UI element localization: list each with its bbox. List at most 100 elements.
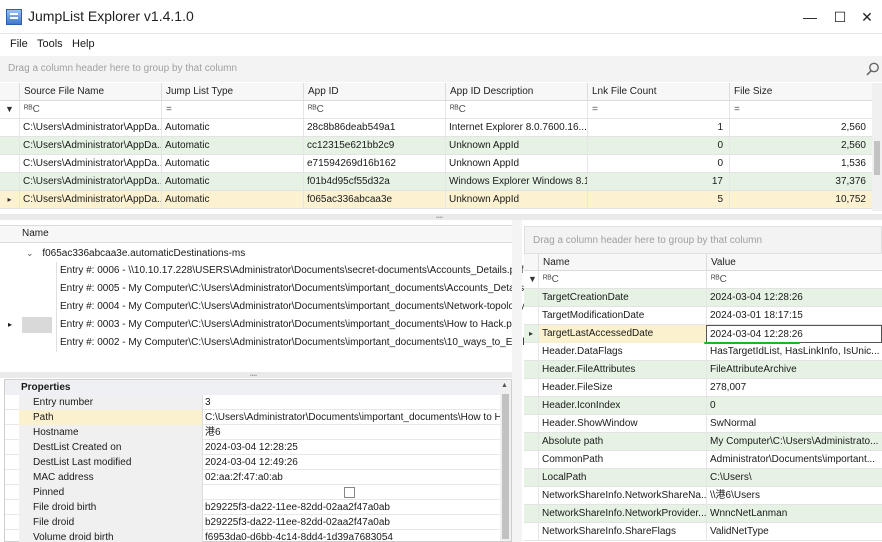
filter-lnk-file-count[interactable]: =: [587, 101, 729, 118]
tree-root-node[interactable]: ⌄ f065ac336abcaa3e.automaticDestinations…: [26, 244, 245, 262]
properties-scrollbar[interactable]: ▲: [500, 380, 511, 541]
detail-row[interactable]: TargetCreationDate 2024-03-04 12:28:26: [524, 289, 882, 307]
maximize-button[interactable]: ☐: [825, 6, 855, 28]
app-id-cell[interactable]: 28c8b86deab549a1: [303, 119, 445, 137]
row-indicator[interactable]: [0, 137, 19, 155]
file-size-cell[interactable]: 37,376: [729, 173, 872, 191]
column-header-file-size[interactable]: File Size: [729, 83, 872, 100]
app-id-cell[interactable]: e71594269d16b162: [303, 155, 445, 173]
detail-row[interactable]: ▸ TargetLastAccessedDate 2024-03-04 12:28:…: [524, 325, 882, 343]
detail-name-cell[interactable]: Header.DataFlags: [538, 343, 706, 361]
row-indicator[interactable]: [524, 397, 538, 415]
property-row[interactable]: File droid birth b29225f3-da22-11ee-82dd-…: [5, 500, 500, 515]
jump-list-type-cell[interactable]: Automatic: [161, 119, 303, 137]
detail-value-cell[interactable]: 0: [706, 397, 882, 415]
horizontal-splitter[interactable]: ••••: [0, 214, 882, 221]
filter-source-file[interactable]: ᴿᴮC: [19, 101, 161, 118]
detail-name-cell[interactable]: TargetModificationDate: [538, 307, 706, 325]
detail-value-cell[interactable]: C:\Users\: [706, 469, 882, 487]
column-header-source-file[interactable]: Source File Name: [19, 83, 161, 100]
app-id-description-cell[interactable]: Windows Explorer Windows 8.1: [445, 173, 587, 191]
scrollbar-thumb[interactable]: [874, 141, 880, 175]
property-row[interactable]: Volume droid birth f6953da0-d6bb-4c14-8dd…: [5, 530, 500, 542]
property-value[interactable]: 港6: [203, 425, 500, 440]
detail-row[interactable]: TargetModificationDate 2024-03-01 18:17:1…: [524, 307, 882, 325]
jump-list-type-cell[interactable]: Automatic: [161, 155, 303, 173]
detail-name-cell[interactable]: CommonPath: [538, 451, 706, 469]
table-row[interactable]: C:\Users\Administrator\AppDa... Automatic…: [0, 137, 872, 155]
detail-name-cell[interactable]: NetworkShareInfo.NetworkShareNa...: [538, 487, 706, 505]
detail-row[interactable]: NetworkShareInfo.NetworkProvider... WnncN…: [524, 505, 882, 523]
filter-app-id[interactable]: ᴿᴮC: [303, 101, 445, 118]
detail-name-cell[interactable]: Header.ShowWindow: [538, 415, 706, 433]
detail-name-cell[interactable]: Header.FileAttributes: [538, 361, 706, 379]
detail-name-cell[interactable]: NetworkShareInfo.NetworkProvider...: [538, 505, 706, 523]
table-row[interactable]: C:\Users\Administrator\AppDa... Automatic…: [0, 173, 872, 191]
source-file-cell[interactable]: C:\Users\Administrator\AppDa...: [19, 119, 161, 137]
property-row[interactable]: Path C:\Users\Administrator\Documents\imp…: [5, 410, 500, 425]
source-file-cell[interactable]: C:\Users\Administrator\AppDa...: [19, 191, 161, 209]
file-size-cell[interactable]: 1,536: [729, 155, 872, 173]
property-row[interactable]: File droid b29225f3-da22-11ee-82dd-02aa2f…: [5, 515, 500, 530]
lnk-file-count-cell[interactable]: 0: [587, 137, 729, 155]
property-value[interactable]: C:\Users\Administrator\Documents\importa…: [203, 410, 500, 425]
detail-row[interactable]: CommonPath Administrator\Documents\import…: [524, 451, 882, 469]
detail-row[interactable]: Absolute path My Computer\C:\Users\Admini…: [524, 433, 882, 451]
detail-value-cell[interactable]: My Computer\C:\Users\Administrato...: [706, 433, 882, 451]
file-size-cell[interactable]: 2,560: [729, 119, 872, 137]
detail-row[interactable]: Header.IconIndex 0: [524, 397, 882, 415]
detail-row[interactable]: NetworkShareInfo.NetworkShareNa... \\港6\U…: [524, 487, 882, 505]
column-header-app-id[interactable]: App ID: [303, 83, 445, 100]
property-value[interactable]: 2024-03-04 12:28:25: [203, 440, 500, 455]
detail-value-cell[interactable]: 2024-03-04 12:28:26: [706, 325, 882, 343]
app-id-description-cell[interactable]: Unknown AppId: [445, 191, 587, 209]
search-icon[interactable]: [866, 61, 880, 76]
app-id-description-cell[interactable]: Unknown AppId: [445, 155, 587, 173]
app-id-description-cell[interactable]: Unknown AppId: [445, 137, 587, 155]
app-id-cell[interactable]: f01b4d95cf55d32a: [303, 173, 445, 191]
lnk-file-count-cell[interactable]: 17: [587, 173, 729, 191]
source-file-cell[interactable]: C:\Users\Administrator\AppDa...: [19, 137, 161, 155]
property-value[interactable]: 2024-03-04 12:49:26: [203, 455, 500, 470]
scroll-up-icon[interactable]: ▲: [501, 382, 508, 389]
filter-jump-list-type[interactable]: =: [161, 101, 303, 118]
menu-file[interactable]: File: [10, 38, 28, 50]
row-indicator[interactable]: [524, 361, 538, 379]
detail-filter-value[interactable]: ᴿᴮC: [706, 271, 882, 288]
minimize-button[interactable]: —: [795, 6, 825, 28]
detail-name-cell[interactable]: TargetLastAccessedDate: [538, 325, 706, 343]
detail-row[interactable]: Header.FileAttributes FileAttributeArchiv…: [524, 361, 882, 379]
group-by-panel[interactable]: Drag a column header here to group by th…: [0, 56, 882, 82]
detail-filter-name[interactable]: ᴿᴮC: [538, 271, 706, 288]
source-file-cell[interactable]: C:\Users\Administrator\AppDa...: [19, 155, 161, 173]
scrollbar-thumb[interactable]: [502, 394, 509, 539]
detail-value-cell[interactable]: Administrator\Documents\important...: [706, 451, 882, 469]
detail-name-cell[interactable]: NetworkShareInfo.ShareFlags: [538, 523, 706, 541]
row-indicator[interactable]: [524, 487, 538, 505]
property-row[interactable]: Pinned: [5, 485, 500, 500]
row-indicator[interactable]: [0, 119, 19, 137]
row-selected-indicator[interactable]: ▸: [0, 191, 19, 209]
detail-value-cell[interactable]: WnncNetLanman: [706, 505, 882, 523]
tree-column-name[interactable]: Name: [22, 228, 49, 239]
property-row[interactable]: Entry number 3: [5, 395, 500, 410]
property-value[interactable]: f6953da0-d6bb-4c14-8dd4-1d39a7683054: [203, 530, 500, 542]
property-value[interactable]: b29225f3-da22-11ee-82dd-02aa2f47a0ab: [203, 500, 500, 515]
detail-value-cell[interactable]: \\港6\Users: [706, 487, 882, 505]
tree-entry-node[interactable]: Entry #: 0002 - My Computer\C:\Users\Adm…: [0, 334, 538, 352]
filter-app-id-description[interactable]: ᴿᴮC: [445, 101, 587, 118]
property-row[interactable]: MAC address 02:aa:2f:47:a0:ab: [5, 470, 500, 485]
detail-name-cell[interactable]: Header.FileSize: [538, 379, 706, 397]
menu-help[interactable]: Help: [72, 38, 95, 50]
detail-column-value[interactable]: Value: [706, 254, 882, 270]
file-size-cell[interactable]: 10,752: [729, 191, 872, 209]
jump-list-type-cell[interactable]: Automatic: [161, 137, 303, 155]
lnk-file-count-cell[interactable]: 0: [587, 155, 729, 173]
row-indicator[interactable]: [524, 307, 538, 325]
row-indicator[interactable]: [524, 289, 538, 307]
row-indicator[interactable]: [524, 523, 538, 541]
app-id-description-cell[interactable]: Internet Explorer 8.0.7600.16...: [445, 119, 587, 137]
app-id-cell[interactable]: cc12315e621bb2c9: [303, 137, 445, 155]
jump-list-type-cell[interactable]: Automatic: [161, 173, 303, 191]
tree-props-splitter[interactable]: ••••: [0, 372, 512, 379]
